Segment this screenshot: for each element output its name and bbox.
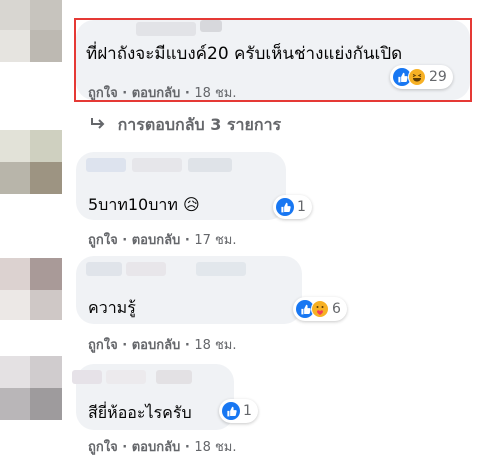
like-link[interactable]: ถูกใจ [88,440,118,455]
avatar [30,388,62,420]
highlight-box [74,18,472,102]
view-replies-label: การตอบกลับ 3 รายการ [117,115,282,134]
separator-dot: · [122,233,132,248]
avatar [30,30,62,62]
avatar [30,162,62,194]
author-name-blurred [188,158,232,172]
avatar [30,0,62,30]
comment-text: สียี่ห้ออะไรครับ [88,403,192,422]
timestamp[interactable]: 18 ชม. [194,338,236,353]
separator-dot: · [122,338,132,353]
like-icon [276,198,294,216]
reply-arrow-icon [90,116,106,135]
author-name-blurred[interactable] [72,370,102,384]
like-icon [222,402,240,420]
separator-dot: · [184,233,195,248]
timestamp[interactable]: 17 ชม. [194,233,236,248]
avatar [30,356,62,388]
reaction-summary[interactable]: 6 [293,297,347,321]
avatar[interactable] [0,130,30,162]
avatar [30,130,62,162]
like-link[interactable]: ถูกใจ [88,338,118,353]
reaction-count: 6 [332,301,341,317]
reaction-summary[interactable]: 1 [219,399,258,423]
author-name-blurred [132,158,182,172]
timestamp[interactable]: 18 ชม. [194,440,236,455]
reply-link[interactable]: ตอบกลับ [132,233,181,248]
author-name-blurred [156,370,192,384]
avatar [0,290,30,320]
avatar [0,162,30,194]
like-link[interactable]: ถูกใจ [88,233,118,248]
avatar[interactable] [0,0,30,30]
comment-actions: ถูกใจ · ตอบกลับ · 18 ชม. [88,334,237,355]
avatar [0,388,30,420]
author-name-blurred[interactable] [86,158,126,172]
reply-link[interactable]: ตอบกลับ [132,440,181,455]
care-icon [311,300,329,318]
avatar[interactable] [0,258,30,290]
comment-actions: ถูกใจ · ตอบกลับ · 17 ชม. [88,229,237,250]
comment-text: ความรู้ [88,298,136,317]
reaction-count: 1 [297,199,306,215]
comment-text: 5บาท10บาท 😥 [88,195,200,214]
separator-dot: · [122,440,132,455]
view-replies-link[interactable]: การตอบกลับ 3 รายการ [90,113,281,138]
separator-dot: · [184,338,195,353]
reply-link[interactable]: ตอบกลับ [132,338,181,353]
author-name-blurred [196,262,246,276]
avatar [30,290,62,320]
avatar[interactable] [0,356,30,388]
author-name-blurred[interactable] [86,262,122,276]
avatar [30,258,62,290]
separator-dot: · [184,440,195,455]
reaction-summary[interactable]: 1 [273,195,312,219]
author-name-blurred [126,262,166,276]
reaction-count: 1 [243,403,252,419]
comment-actions: ถูกใจ · ตอบกลับ · 18 ชม. [88,436,237,457]
avatar [0,30,30,62]
author-name-blurred [106,370,146,384]
